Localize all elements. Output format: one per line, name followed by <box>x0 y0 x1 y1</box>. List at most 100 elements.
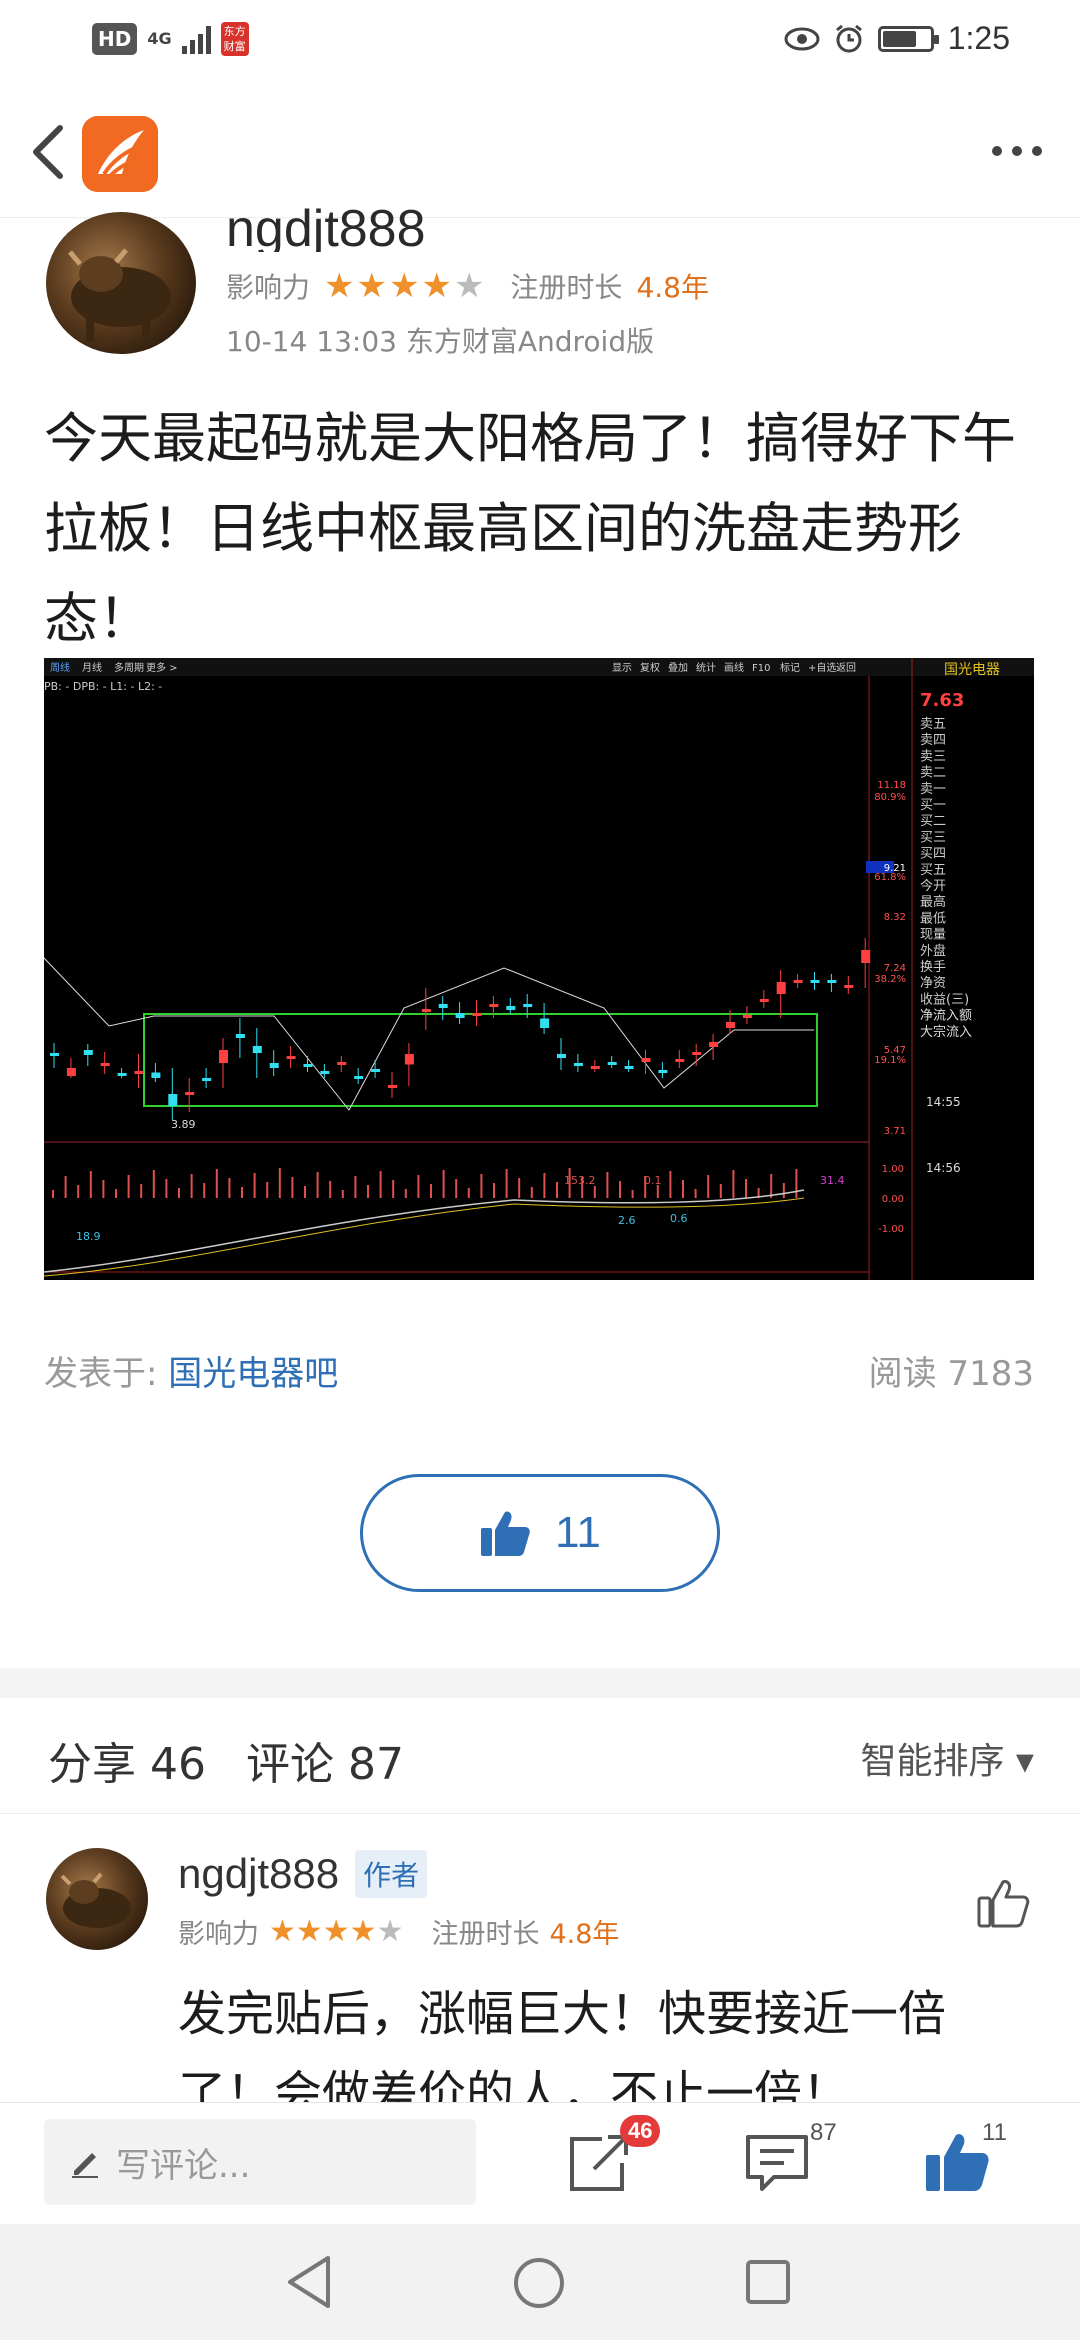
volume-bar <box>782 1183 785 1198</box>
candle-body <box>726 1022 735 1028</box>
volume-bar <box>278 1168 281 1198</box>
comment-author-meta: 影响力 ★★★★★ 注册时长 4.8年 <box>178 1912 619 1951</box>
toolbar-left-item: 多周期 <box>114 661 144 674</box>
volume-bar <box>127 1175 130 1198</box>
more-icon[interactable] <box>984 134 1050 168</box>
status-right: 1:25 <box>784 20 1010 57</box>
candle-body <box>607 1062 617 1065</box>
candle-body <box>100 1063 110 1066</box>
side-labels: 卖五卖四卖三卖二卖一买一买二买三买四买五今开最高最低现量外盘换手净资收益(三) 净… <box>920 717 972 1040</box>
macd-tick: -1.00 <box>878 1224 904 1235</box>
candle-body <box>759 999 769 1002</box>
candle-body <box>709 1042 719 1047</box>
volume-label: 153.2 <box>564 1174 596 1187</box>
time-2: 14:56 <box>926 1161 961 1175</box>
macd-ticks: 1.00 0.00 -1.00 <box>878 1164 904 1235</box>
volume-bar <box>140 1184 143 1198</box>
like-button[interactable]: 11 <box>360 1474 720 1592</box>
candle-body <box>540 1018 550 1028</box>
volume-label: 0.6 <box>670 1212 688 1225</box>
volume-bar <box>152 1170 155 1198</box>
candle-body <box>776 982 786 994</box>
comment-influence-stars: ★★★★★ <box>269 1914 404 1949</box>
toolbar-right-item: +自选 <box>808 661 836 674</box>
post-author-name[interactable]: ngdjt888 <box>226 194 426 252</box>
side-label: 买二 <box>920 814 946 829</box>
toolbar-right-item: 显示 <box>612 662 632 674</box>
bottom-action-bar: 写评论... 46 87 11 <box>0 2102 1080 2224</box>
nav-header <box>0 84 1080 218</box>
candles <box>50 938 871 1120</box>
volume-bar <box>203 1183 206 1198</box>
volume-bar <box>77 1185 80 1198</box>
volume-bar <box>215 1169 218 1198</box>
volume-bar <box>52 1190 54 1198</box>
candle-body <box>506 1006 516 1010</box>
candle-body <box>861 950 871 963</box>
post-author-avatar[interactable] <box>46 212 196 354</box>
candle-body <box>320 1071 330 1074</box>
volume-bar <box>115 1189 117 1198</box>
candle-body <box>438 1004 448 1008</box>
comment-like-icon[interactable] <box>976 1876 1030 1930</box>
side-label: 买五 <box>920 863 946 878</box>
alarm-icon <box>835 24 862 52</box>
volume-label: 18.9 <box>76 1230 101 1243</box>
candle-body <box>202 1078 212 1081</box>
toolbar-right-item: 画线 <box>724 661 744 674</box>
comment-input[interactable]: 写评论... <box>44 2119 476 2205</box>
volume-bar <box>228 1178 231 1198</box>
volume-bar <box>430 1184 432 1198</box>
side-label: 卖一 <box>920 782 946 797</box>
candle-body <box>742 1015 752 1018</box>
candle-body <box>557 1054 566 1058</box>
volume-bar <box>505 1169 508 1198</box>
volume-bar <box>606 1172 609 1198</box>
toolbar-right-item: 标记 <box>780 662 800 674</box>
back-arrow-icon[interactable] <box>24 120 74 184</box>
tab-share[interactable]: 分享 46 <box>48 1728 206 1792</box>
status-bar: HD 4G 东方财富 1:25 <box>0 0 1080 84</box>
candle-body <box>371 1069 381 1072</box>
volume-bar <box>266 1182 269 1198</box>
side-label: 卖二 <box>920 766 946 781</box>
side-label: 现量 <box>920 928 946 943</box>
comment-icon[interactable] <box>742 2129 812 2195</box>
hd-badge: HD <box>92 23 138 55</box>
candle-body <box>404 1054 414 1065</box>
volume-bar <box>732 1170 735 1198</box>
side-label: 今开 <box>920 878 946 894</box>
candle-body <box>641 1058 651 1062</box>
candle-body <box>219 1050 228 1063</box>
candle-body <box>50 1053 59 1056</box>
nav-recent-icon[interactable] <box>744 2258 792 2306</box>
volume-bar <box>165 1179 168 1198</box>
tab-comment[interactable]: 评论 87 <box>246 1728 404 1792</box>
volume-bar <box>392 1180 395 1198</box>
post-chart-image[interactable]: 周线 月线 多周期 更多 > 显示 复权 叠加 统计 画线 F10 标记 +自选 返回 PB: - D… <box>44 658 1034 1280</box>
volume-bar <box>493 1183 495 1198</box>
nav-back-icon[interactable] <box>284 2254 334 2310</box>
app-logo-icon[interactable] <box>82 116 158 192</box>
nav-home-icon[interactable] <box>512 2256 566 2310</box>
side-label: 卖五 <box>920 717 946 732</box>
post-author-meta: 影响力 ★★★★★ 注册时长 4.8年 <box>226 266 709 306</box>
volume-bar <box>442 1170 445 1198</box>
sort-dropdown[interactable]: 智能排序 ▾ <box>860 1732 1034 1784</box>
comment-author-avatar[interactable] <box>46 1848 148 1950</box>
volume-bar <box>404 1189 407 1198</box>
volume-label: 31.4 <box>820 1174 845 1187</box>
candle-body <box>252 1046 262 1053</box>
volume-bar <box>530 1187 533 1198</box>
time-1: 14:55 <box>926 1095 961 1109</box>
forum-link[interactable]: 国光电器吧 <box>168 1354 338 1394</box>
comment-author-name[interactable]: ngdjt888 <box>178 1850 339 1898</box>
comment-text: 发完贴后，涨幅巨大！快要接近一倍了！会做差价的人，不止一倍！ <box>178 1986 947 2102</box>
volume-bar <box>329 1181 332 1198</box>
side-label: 买四 <box>920 847 946 862</box>
volume-bar <box>682 1180 684 1198</box>
stock-name: 国光电器 <box>944 662 1000 678</box>
side-label: 换手 <box>920 960 946 975</box>
candle-body <box>134 1071 144 1074</box>
candle-body <box>692 1052 702 1055</box>
